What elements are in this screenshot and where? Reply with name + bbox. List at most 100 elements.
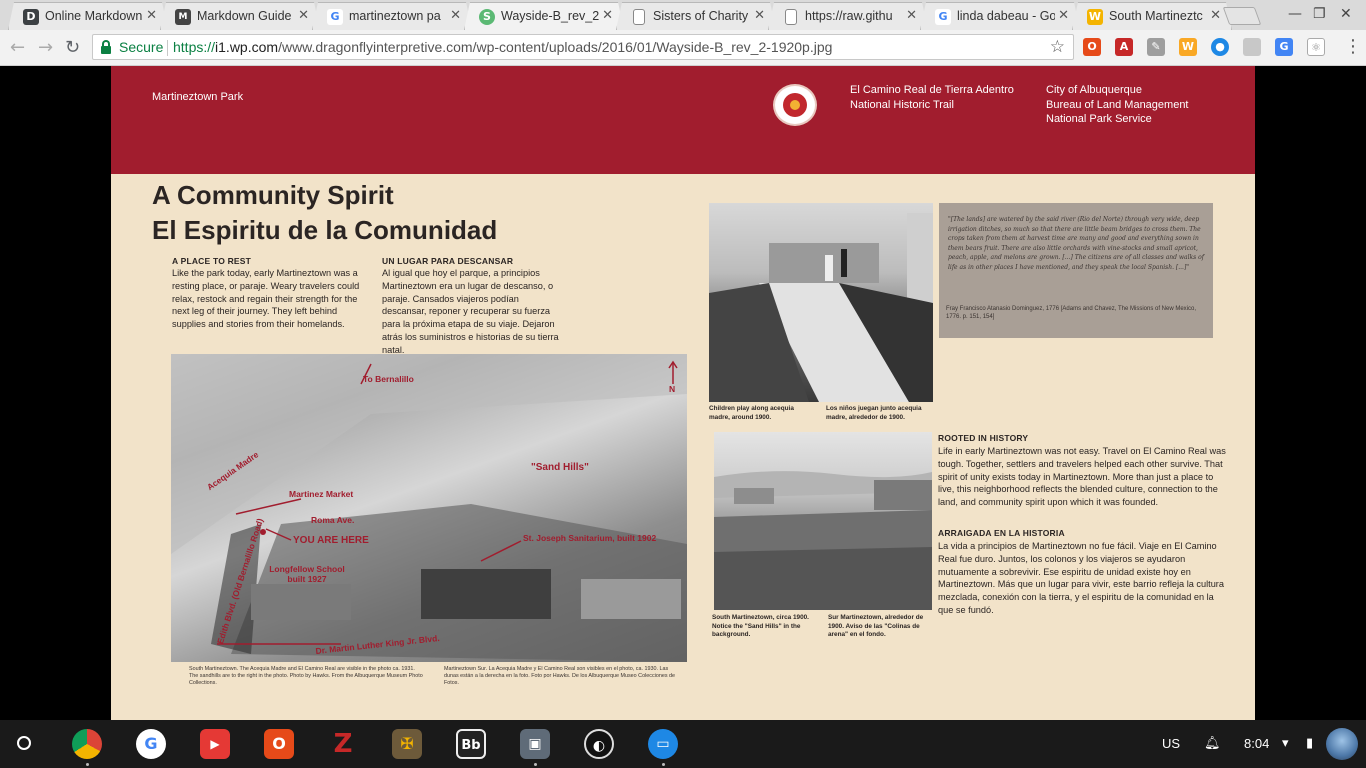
files-app-icon[interactable]: ▭: [648, 729, 678, 759]
wayside-sign-image: Martineztown Park El Camino Real de Tier…: [111, 66, 1255, 720]
acequia-photo-texture: [709, 213, 933, 402]
trail-name: El Camino Real de Tierra Adentro Nationa…: [850, 84, 1014, 111]
close-tab-icon[interactable]: ✕: [906, 8, 917, 23]
close-tab-icon[interactable]: ✕: [298, 8, 309, 23]
tab-wayside-image[interactable]: S Wayside-B_rev_2 ✕: [464, 2, 624, 30]
blackboard-app-icon[interactable]: Bb: [456, 729, 486, 759]
maximize-icon[interactable]: ❐: [1313, 6, 1326, 22]
office-app-icon[interactable]: O: [264, 729, 294, 759]
secure-label: Secure: [119, 39, 164, 55]
close-window-icon[interactable]: ✕: [1340, 6, 1352, 22]
aerial-photo: To Bernalillo N "Sand Hills" Acequia Mad…: [171, 354, 687, 662]
back-icon[interactable]: ←: [10, 37, 25, 58]
tab-title: Wayside-B_rev_2: [501, 9, 599, 23]
tab-strip: D Online Markdown ✕ M Markdown Guide ✕ G…: [0, 0, 1366, 30]
youtube-app-icon[interactable]: ▶: [200, 729, 230, 759]
running-indicator: [86, 763, 89, 766]
tab-title: Sisters of Charity: [653, 9, 749, 23]
reload-icon[interactable]: ↻: [65, 37, 80, 58]
tab-title: Online Markdown: [45, 9, 143, 23]
rooted-heading-en: ROOTED IN HISTORY: [938, 433, 1029, 443]
park-name: Martineztown Park: [152, 91, 244, 103]
battery-icon[interactable]: ▮: [1306, 736, 1313, 751]
frameworks-app-icon[interactable]: ✠: [392, 729, 422, 759]
map-label-market: Martinez Market: [289, 489, 354, 499]
forward-icon[interactable]: →: [38, 37, 53, 58]
map-label-school: Longfellow School built 1927: [269, 564, 345, 584]
photo1-caption-en: Children play along acequia madre, aroun…: [709, 405, 794, 421]
lock-icon: [101, 40, 111, 54]
photo1-caption-es: Los niños juegan junto acequia madre, al…: [826, 405, 922, 421]
map-label-sanitarium: St. Joseph Sanitarium, built 1902: [523, 533, 657, 543]
wifi-icon[interactable]: ▾: [1282, 736, 1289, 751]
agency-list: City of Albuquerque Bureau of Land Manag…: [1046, 84, 1189, 125]
react-extension-icon[interactable]: ⚛: [1307, 38, 1325, 56]
map-label-bernalillo: To Bernalillo: [363, 374, 414, 384]
tab-title: linda dabeau - Go: [957, 9, 1055, 23]
input-locale[interactable]: US: [1162, 736, 1180, 751]
map-north-arrow: N: [669, 384, 676, 394]
quote-source: Fray Francisco Atanasio Dominguez, 1776 …: [946, 306, 1197, 321]
zotero-app-icon[interactable]: Z: [328, 729, 358, 759]
google-icon: G: [935, 9, 951, 25]
launcher-icon[interactable]: [17, 736, 31, 750]
bookmark-star-icon[interactable]: ☆: [1050, 37, 1065, 57]
tab-sisters-of-charity[interactable]: Sisters of Charity ✕: [616, 2, 776, 30]
chrome-app-icon[interactable]: [72, 729, 102, 759]
acequia-photo: [709, 203, 933, 402]
pen-extension-icon[interactable]: ✎: [1147, 38, 1165, 56]
markdown-d-icon: D: [23, 9, 39, 25]
cube-app-icon[interactable]: ▣: [520, 729, 550, 759]
tab-online-markdown[interactable]: D Online Markdown ✕: [8, 2, 168, 30]
sign-title: A Community Spirit El Espiritu de la Com…: [152, 178, 497, 248]
rest-heading-es: UN LUGAR PARA DESCANSAR: [382, 256, 514, 266]
close-tab-icon[interactable]: ✕: [1058, 8, 1069, 23]
camino-real-emblem-icon: [773, 84, 817, 126]
tab-martineztown-search[interactable]: G martineztown pa ✕: [312, 2, 472, 30]
tab-south-martineztown[interactable]: W South Martineztc ✕: [1072, 2, 1232, 30]
github-app-icon[interactable]: ◐: [584, 729, 614, 759]
dominguez-quote-box: "[The lands] are watered by the said riv…: [939, 203, 1213, 338]
tab-title: Markdown Guide: [197, 9, 292, 23]
pdf-extension-icon[interactable]: A: [1115, 38, 1133, 56]
tab-markdown-guide[interactable]: M Markdown Guide ✕: [160, 2, 320, 30]
rooted-heading-es: ARRAIGADA EN LA HISTORIA: [938, 528, 1065, 538]
address-bar[interactable]: Secure https://i1.wp.com/www.dragonflyin…: [92, 34, 1074, 60]
user-avatar[interactable]: [1326, 728, 1358, 760]
clock[interactable]: 8:04: [1244, 736, 1269, 751]
url-text[interactable]: https://i1.wp.com/www.dragonflyinterpret…: [173, 39, 832, 55]
new-tab-button[interactable]: [1222, 7, 1262, 25]
tab-raw-github[interactable]: https://raw.githu ✕: [768, 2, 928, 30]
notification-bell-icon[interactable]: 🔔︎: [1204, 736, 1221, 751]
edpuzzle-extension-icon[interactable]: ●: [1211, 38, 1229, 56]
title-spanish: El Espiritu de la Comunidad: [152, 215, 498, 245]
rest-heading-en: A PLACE TO REST: [172, 256, 252, 266]
close-tab-icon[interactable]: ✕: [754, 8, 765, 23]
menu-icon[interactable]: ⋮: [1344, 36, 1362, 57]
running-indicator: [534, 763, 537, 766]
rooted-body-en: Life in early Martineztown was not easy.…: [938, 446, 1226, 508]
office-extension-icon[interactable]: O: [1083, 38, 1101, 56]
browser-toolbar: ← → ↻ Secure https://i1.wp.com/www.drago…: [0, 30, 1366, 66]
close-tab-icon[interactable]: ✕: [450, 8, 461, 23]
image-viewport: Martineztown Park El Camino Real de Tier…: [0, 66, 1366, 720]
rest-body-en: Like the park today, early Martineztown …: [172, 268, 360, 330]
close-tab-icon[interactable]: ✕: [146, 8, 157, 23]
aerial-caption-en: South Martineztown. The Acequia Madre an…: [189, 666, 423, 687]
w-extension-icon[interactable]: W: [1179, 38, 1197, 56]
document-icon: [633, 9, 645, 25]
map-label-you-are-here: YOU ARE HERE: [293, 535, 369, 546]
aerial-photo-texture: [171, 354, 687, 662]
photo2-caption-es: Sur Martineztown, alrededor de 1900. Avi…: [828, 614, 924, 638]
rest-body-es: Al igual que hoy el parque, a principios…: [382, 268, 559, 355]
tab-linda-dabeau[interactable]: G linda dabeau - Go ✕: [920, 2, 1080, 30]
photo2-caption-en: South Martineztown, circa 1900. Notice t…: [712, 614, 809, 638]
google-icon: G: [327, 9, 343, 25]
south-martineztown-texture: [714, 471, 932, 610]
gray-extension-icon[interactable]: [1243, 38, 1261, 56]
translate-extension-icon[interactable]: G: [1275, 38, 1293, 56]
close-tab-icon[interactable]: ✕: [1210, 8, 1221, 23]
google-search-app-icon[interactable]: G: [136, 729, 166, 759]
minimize-icon[interactable]: —: [1288, 6, 1302, 22]
close-tab-icon[interactable]: ✕: [602, 8, 613, 23]
